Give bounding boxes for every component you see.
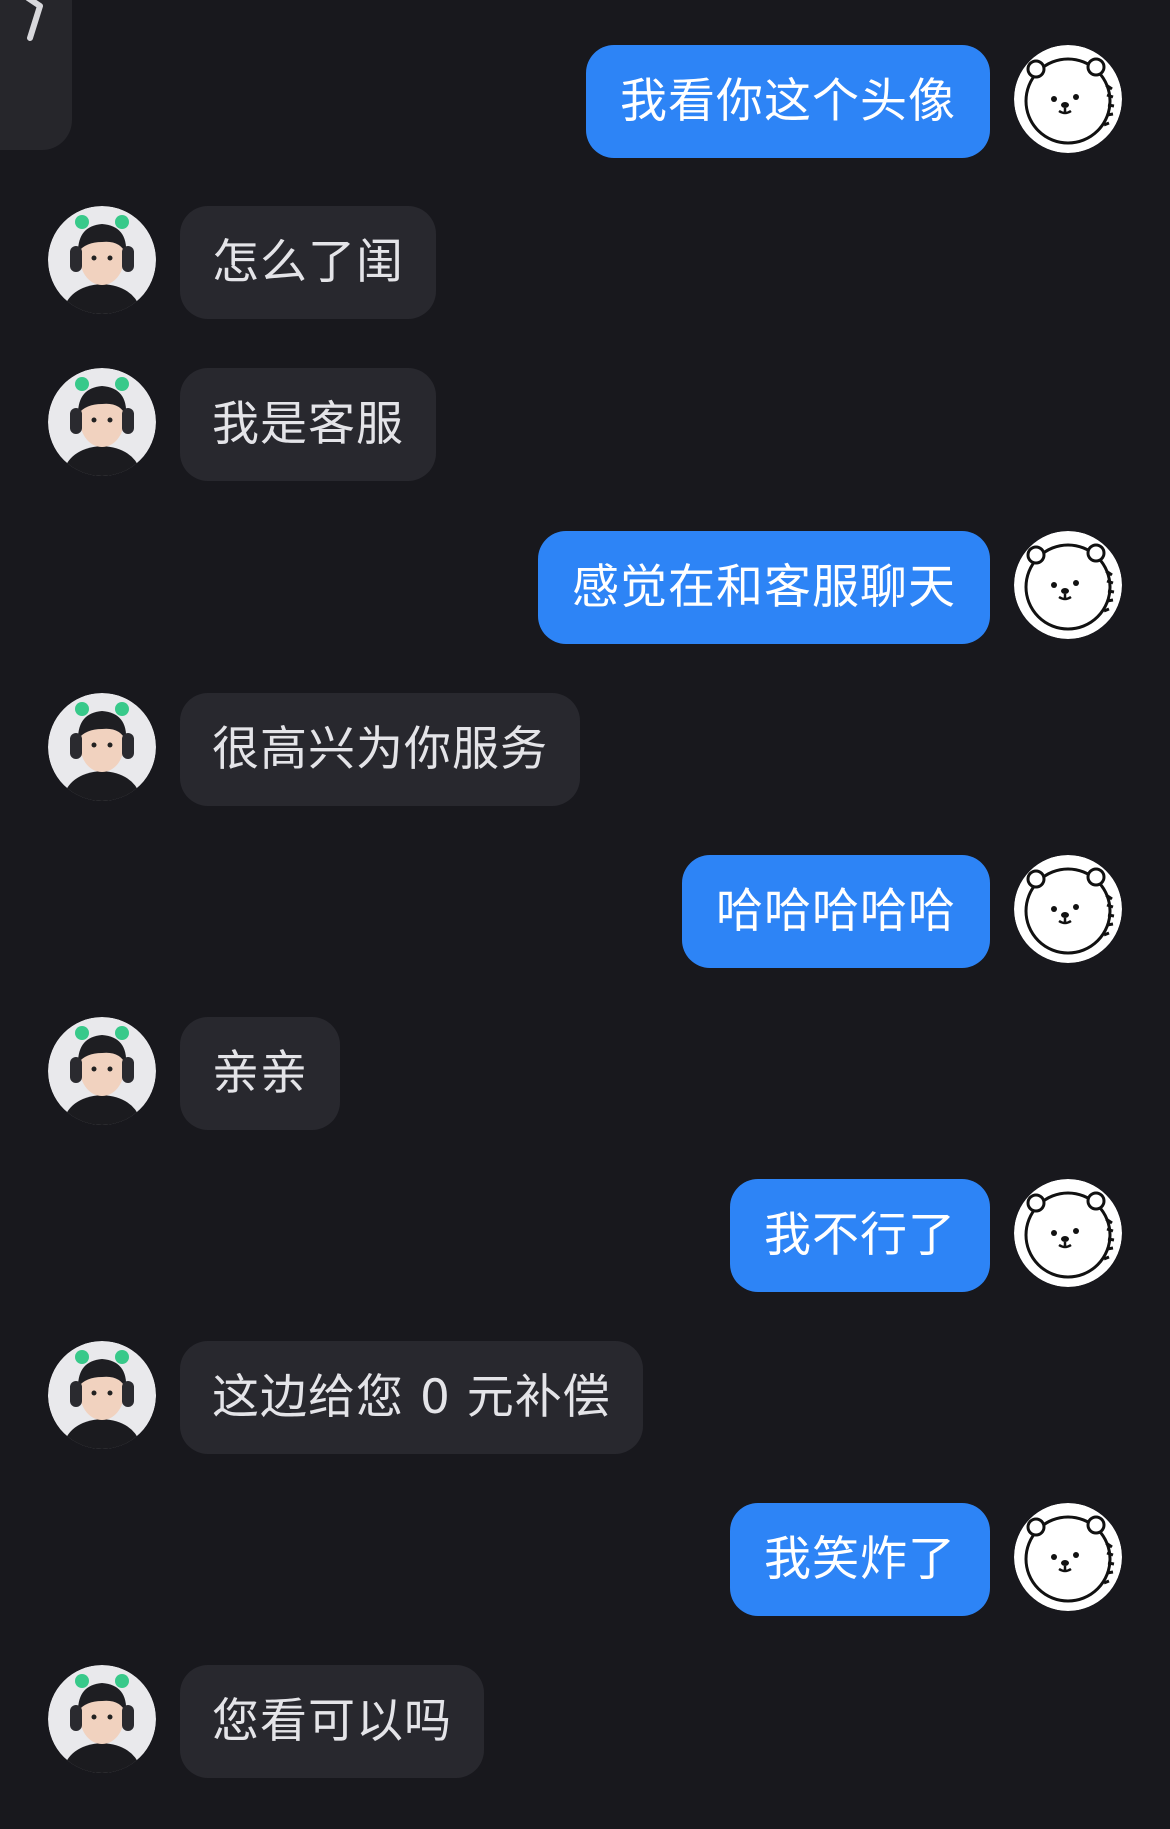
message-row: 这边给您 0 元补偿: [48, 1341, 748, 1454]
outgoing-message-bubble[interactable]: 我看你这个头像: [586, 45, 990, 158]
contact-avatar[interactable]: [48, 1017, 156, 1125]
bear-avatar-icon: [1014, 45, 1122, 153]
self-avatar[interactable]: [1014, 855, 1122, 963]
contact-avatar[interactable]: [48, 206, 156, 314]
message-row: 我是客服: [48, 368, 648, 481]
chat-screen: 我看你这个头像 怎么了闺 我是客服 感觉在和客服聊天 很高兴为你服务 哈哈哈哈哈…: [0, 0, 1170, 1829]
incoming-message-bubble[interactable]: 我是客服: [180, 368, 436, 481]
bear-avatar-icon: [1014, 855, 1122, 963]
person-with-headphones-icon: [48, 693, 156, 801]
outgoing-message-bubble[interactable]: 感觉在和客服聊天: [538, 531, 990, 644]
message-row: 哈哈哈哈哈: [48, 855, 1122, 968]
message-row: 亲亲: [48, 1017, 648, 1130]
person-with-headphones-icon: [48, 368, 156, 476]
chevron-right-icon: [25, 0, 43, 41]
incoming-message-bubble[interactable]: 亲亲: [180, 1017, 340, 1130]
outgoing-message-bubble[interactable]: 哈哈哈哈哈: [682, 855, 990, 968]
message-row: 我看你这个头像: [48, 45, 1122, 158]
bear-avatar-icon: [1014, 1179, 1122, 1287]
outgoing-message-bubble[interactable]: 我不行了: [730, 1179, 990, 1292]
self-avatar[interactable]: [1014, 531, 1122, 639]
self-avatar[interactable]: [1014, 45, 1122, 153]
incoming-message-bubble[interactable]: 怎么了闺: [180, 206, 436, 319]
incoming-message-bubble[interactable]: 这边给您 0 元补偿: [180, 1341, 643, 1454]
message-row: 我笑炸了: [48, 1503, 1122, 1616]
contact-avatar[interactable]: [48, 1341, 156, 1449]
person-with-headphones-icon: [48, 1017, 156, 1125]
bear-avatar-icon: [1014, 1503, 1122, 1611]
message-row: 很高兴为你服务: [48, 693, 748, 806]
contact-avatar[interactable]: [48, 693, 156, 801]
bear-avatar-icon: [1014, 531, 1122, 639]
message-row: 您看可以吗: [48, 1665, 648, 1778]
outgoing-message-bubble[interactable]: 我笑炸了: [730, 1503, 990, 1616]
self-avatar[interactable]: [1014, 1503, 1122, 1611]
incoming-message-bubble[interactable]: 您看可以吗: [180, 1665, 484, 1778]
contact-avatar[interactable]: [48, 368, 156, 476]
incoming-message-bubble[interactable]: 很高兴为你服务: [180, 693, 580, 806]
message-row: 我不行了: [48, 1179, 1122, 1292]
person-with-headphones-icon: [48, 1665, 156, 1773]
contact-avatar[interactable]: [48, 1665, 156, 1773]
message-row: 感觉在和客服聊天: [48, 531, 1122, 644]
self-avatar[interactable]: [1014, 1179, 1122, 1287]
message-row: 怎么了闺: [48, 206, 648, 319]
person-with-headphones-icon: [48, 206, 156, 314]
person-with-headphones-icon: [48, 1341, 156, 1449]
